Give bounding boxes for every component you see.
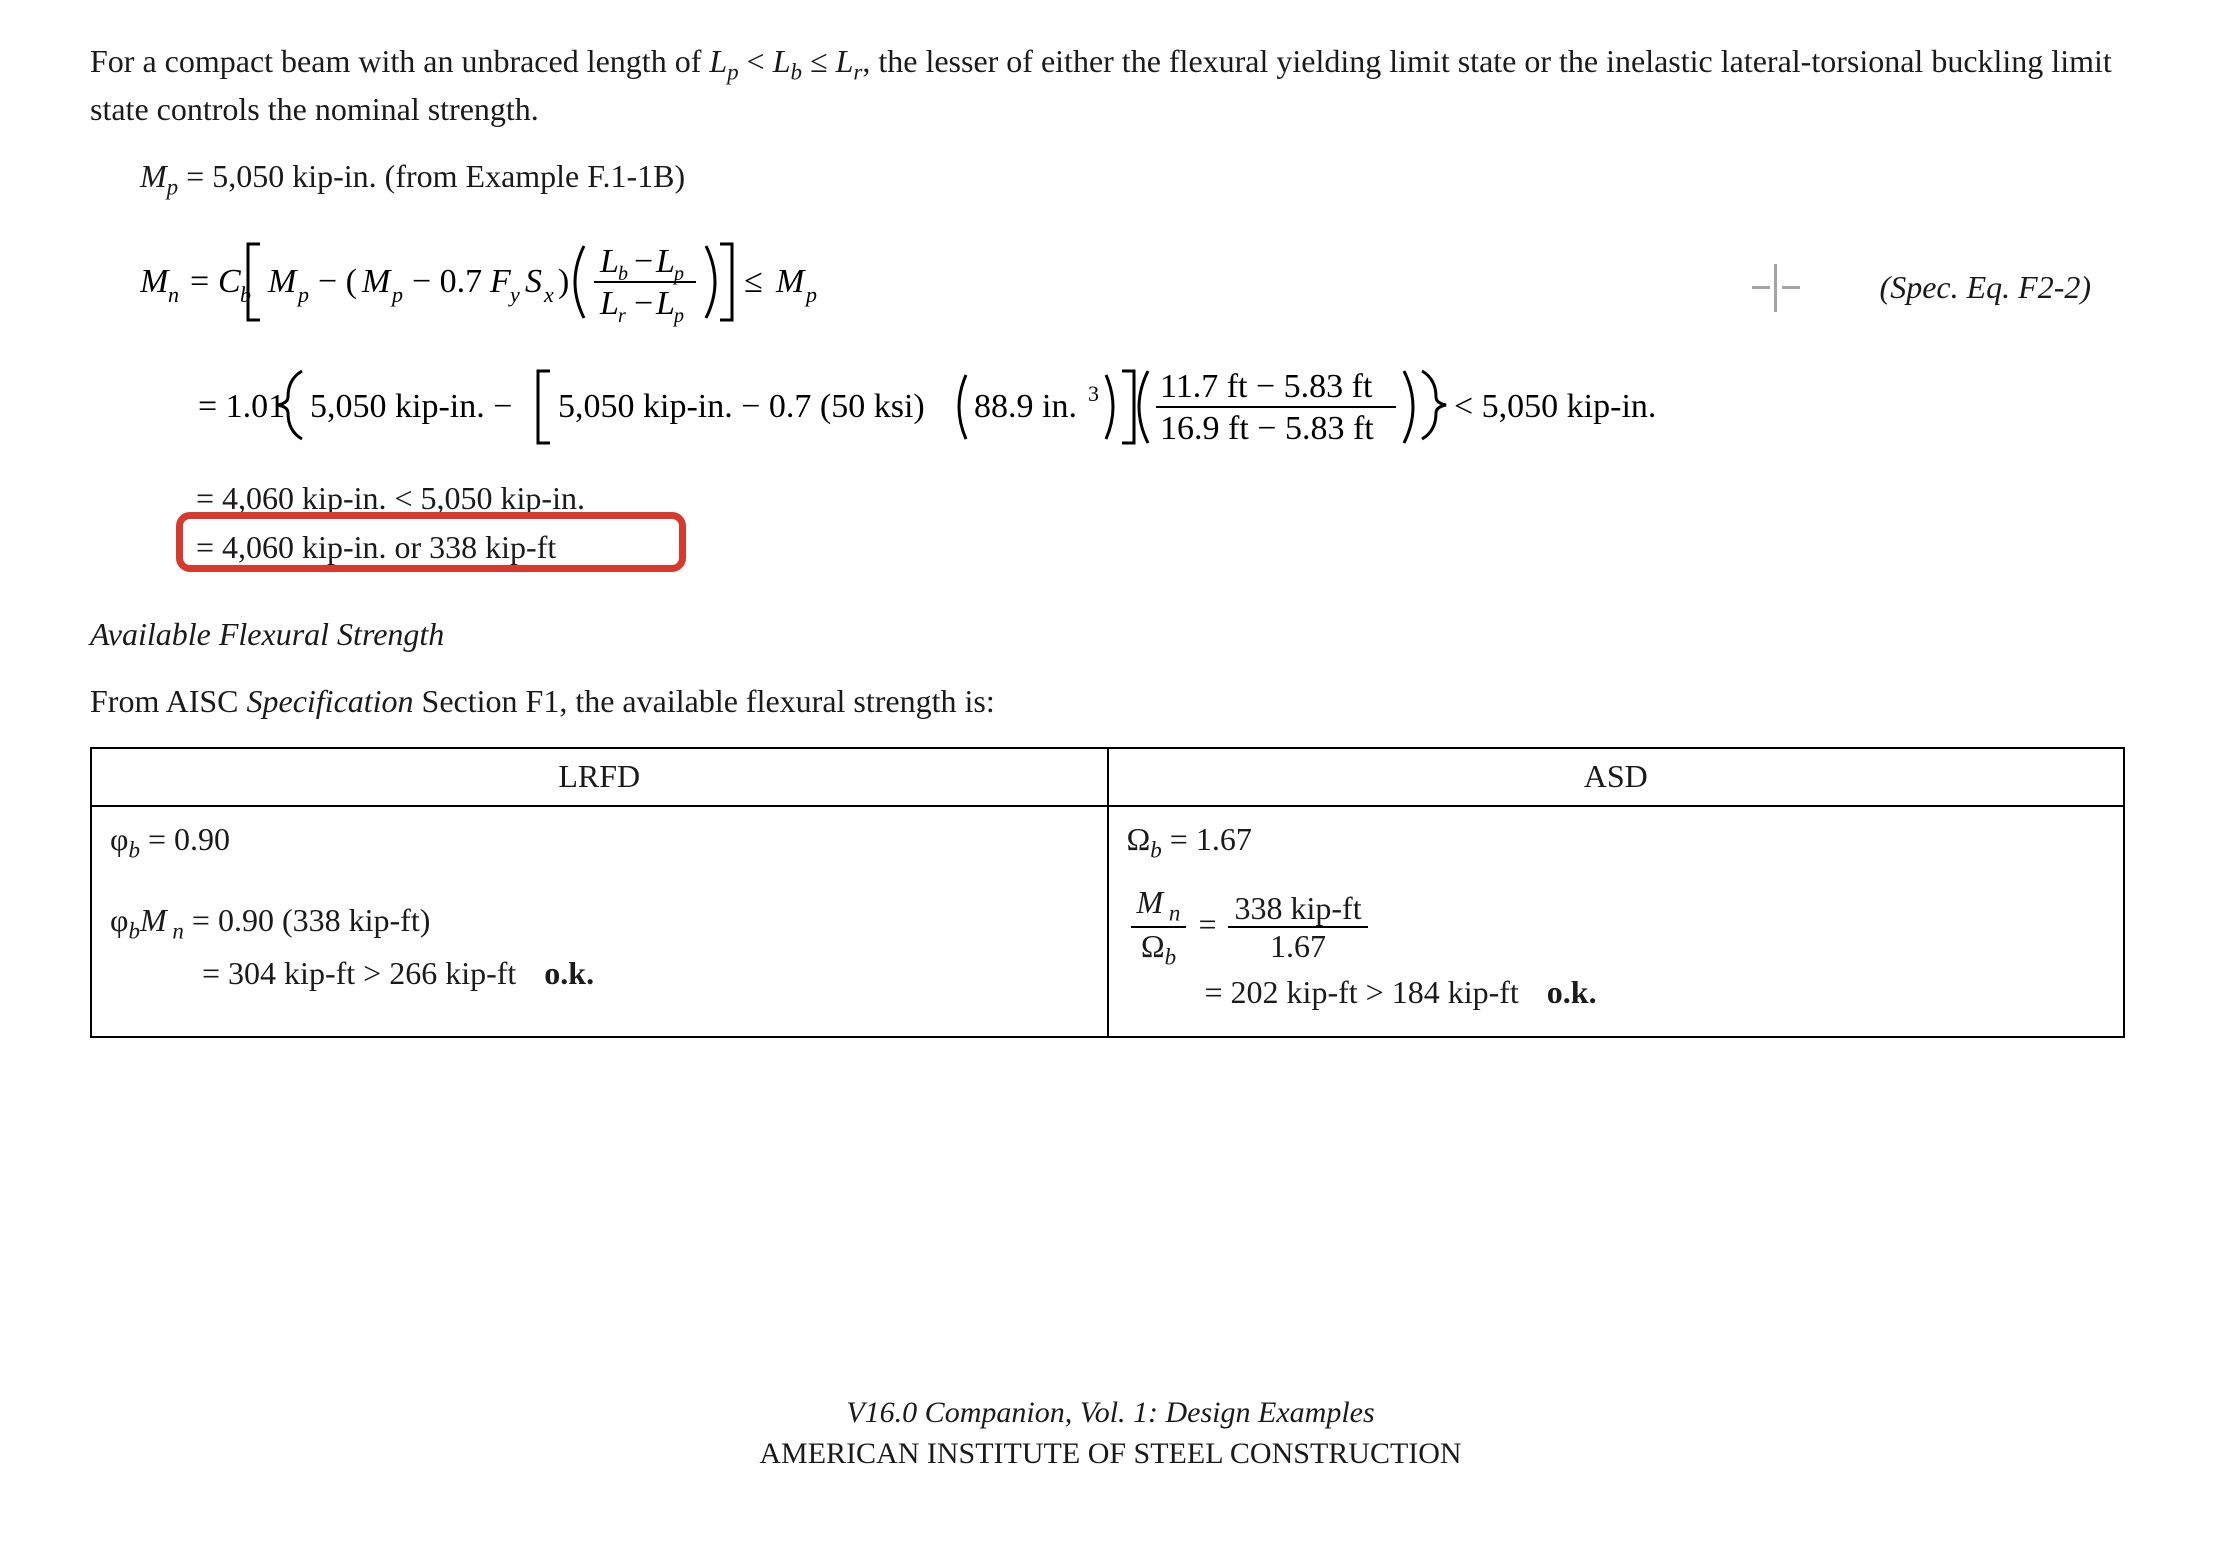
spec-equation-numeric: = 1.01 5,050 kip-in. − 5,050 kip-in. − 0… bbox=[198, 357, 2131, 468]
equals-sign: = bbox=[1198, 905, 1224, 941]
svg-text:− (: − ( bbox=[318, 263, 357, 300]
svg-text:p: p bbox=[390, 282, 403, 307]
lrfd-line2: = 304 kip-ft > 266 kip-ft bbox=[202, 955, 516, 991]
asd-omega: Ωb = 1.67 bbox=[1127, 815, 2106, 868]
crosshair-icon bbox=[1752, 264, 1800, 312]
svg-text:): ) bbox=[558, 263, 569, 300]
svg-text:L: L bbox=[655, 243, 675, 280]
lrfd-ok: o.k. bbox=[524, 955, 594, 991]
section-heading-available-strength: Available Flexural Strength bbox=[90, 613, 2131, 656]
svg-text:3: 3 bbox=[1088, 381, 1099, 406]
svg-text:S: S bbox=[525, 263, 542, 300]
strength-comparison-table: LRFD ASD φb = 0.90 φbM n = 0.90 (338 kip… bbox=[90, 747, 2125, 1038]
asd-rhs-fraction: 338 kip-ft 1.67 bbox=[1228, 892, 1367, 962]
svg-text:p: p bbox=[672, 305, 684, 327]
lrfd-phi: φb = 0.90 bbox=[110, 815, 1089, 868]
lrfd-cell: φb = 0.90 φbM n = 0.90 (338 kip-ft) = 30… bbox=[91, 806, 1108, 1038]
svg-text:M: M bbox=[361, 263, 392, 300]
lrfd-header: LRFD bbox=[91, 748, 1108, 805]
svg-text:88.9 in.: 88.9 in. bbox=[974, 388, 1077, 425]
svg-text:M: M bbox=[140, 263, 170, 300]
spec-equation-row: M n = C b M p − ( M p − 0.7 F y S x ) bbox=[90, 232, 2131, 343]
svg-text:L: L bbox=[599, 285, 619, 322]
lrfd-line1: φbM n = 0.90 (338 kip-ft) bbox=[110, 896, 1089, 949]
svg-text:− 0.7: − 0.7 bbox=[412, 263, 482, 300]
available-strength-sentence: From AISC Specification Section F1, the … bbox=[90, 680, 2131, 723]
footer-title: V16.0 Companion, Vol. 1: Design Examples bbox=[0, 1393, 2221, 1434]
highlighted-result-container: = 4,060 kip-in. or 338 kip-ft bbox=[196, 526, 556, 569]
svg-text:M: M bbox=[267, 263, 298, 300]
svg-text:p: p bbox=[296, 282, 309, 307]
svg-text:L: L bbox=[655, 285, 675, 322]
svg-text:< 5,050 kip-in.: < 5,050 kip-in. bbox=[1454, 388, 1656, 425]
svg-text:= 1.01: = 1.01 bbox=[198, 388, 285, 425]
svg-text:C: C bbox=[218, 263, 241, 300]
svg-text:5,050 kip-in. − 0.7 (50 ksi): 5,050 kip-in. − 0.7 (50 ksi) bbox=[558, 388, 925, 425]
spec-equation-symbolic: M n = C b M p − ( M p − 0.7 F y S x ) bbox=[140, 232, 1060, 343]
svg-text:r: r bbox=[618, 305, 626, 327]
page-footer: V16.0 Companion, Vol. 1: Design Examples… bbox=[0, 1393, 2221, 1474]
svg-text:M: M bbox=[775, 263, 806, 300]
svg-text:p: p bbox=[804, 282, 817, 307]
intro-paragraph: For a compact beam with an unbraced leng… bbox=[90, 40, 2131, 131]
svg-text:16.9 ft − 5.83 ft: 16.9 ft − 5.83 ft bbox=[1160, 410, 1374, 447]
svg-text:5,050 kip-in. −: 5,050 kip-in. − bbox=[310, 388, 512, 425]
asd-line2: = 202 kip-ft > 184 kip-ft bbox=[1205, 974, 1519, 1010]
red-highlight-box bbox=[176, 512, 686, 572]
spec-eq-ref: (Spec. Eq. F2-2) bbox=[1880, 266, 2091, 309]
asd-ok: o.k. bbox=[1527, 974, 1597, 1010]
svg-text:L: L bbox=[599, 243, 619, 280]
page: For a compact beam with an unbraced leng… bbox=[0, 0, 2221, 1544]
asd-header: ASD bbox=[1108, 748, 2125, 805]
svg-text:11.7 ft − 5.83 ft: 11.7 ft − 5.83 ft bbox=[1160, 368, 1373, 405]
asd-lhs-fraction: M n Ωb bbox=[1131, 886, 1187, 969]
mp-line: Mp = 5,050 kip-in. (from Example F.1-1B) bbox=[140, 155, 2131, 203]
svg-text:=: = bbox=[190, 263, 209, 300]
svg-text:−: − bbox=[634, 243, 653, 280]
svg-text:n: n bbox=[168, 282, 179, 307]
footer-institute: AMERICAN INSTITUTE OF STEEL CONSTRUCTION bbox=[0, 1434, 2221, 1475]
svg-text:y: y bbox=[508, 282, 520, 307]
svg-text:−: − bbox=[634, 285, 653, 322]
svg-text:F: F bbox=[489, 263, 512, 300]
asd-cell: Ωb = 1.67 M n Ωb = 338 kip-ft 1.67 bbox=[1108, 806, 2125, 1038]
svg-text:≤: ≤ bbox=[744, 263, 763, 300]
svg-text:x: x bbox=[543, 282, 554, 307]
